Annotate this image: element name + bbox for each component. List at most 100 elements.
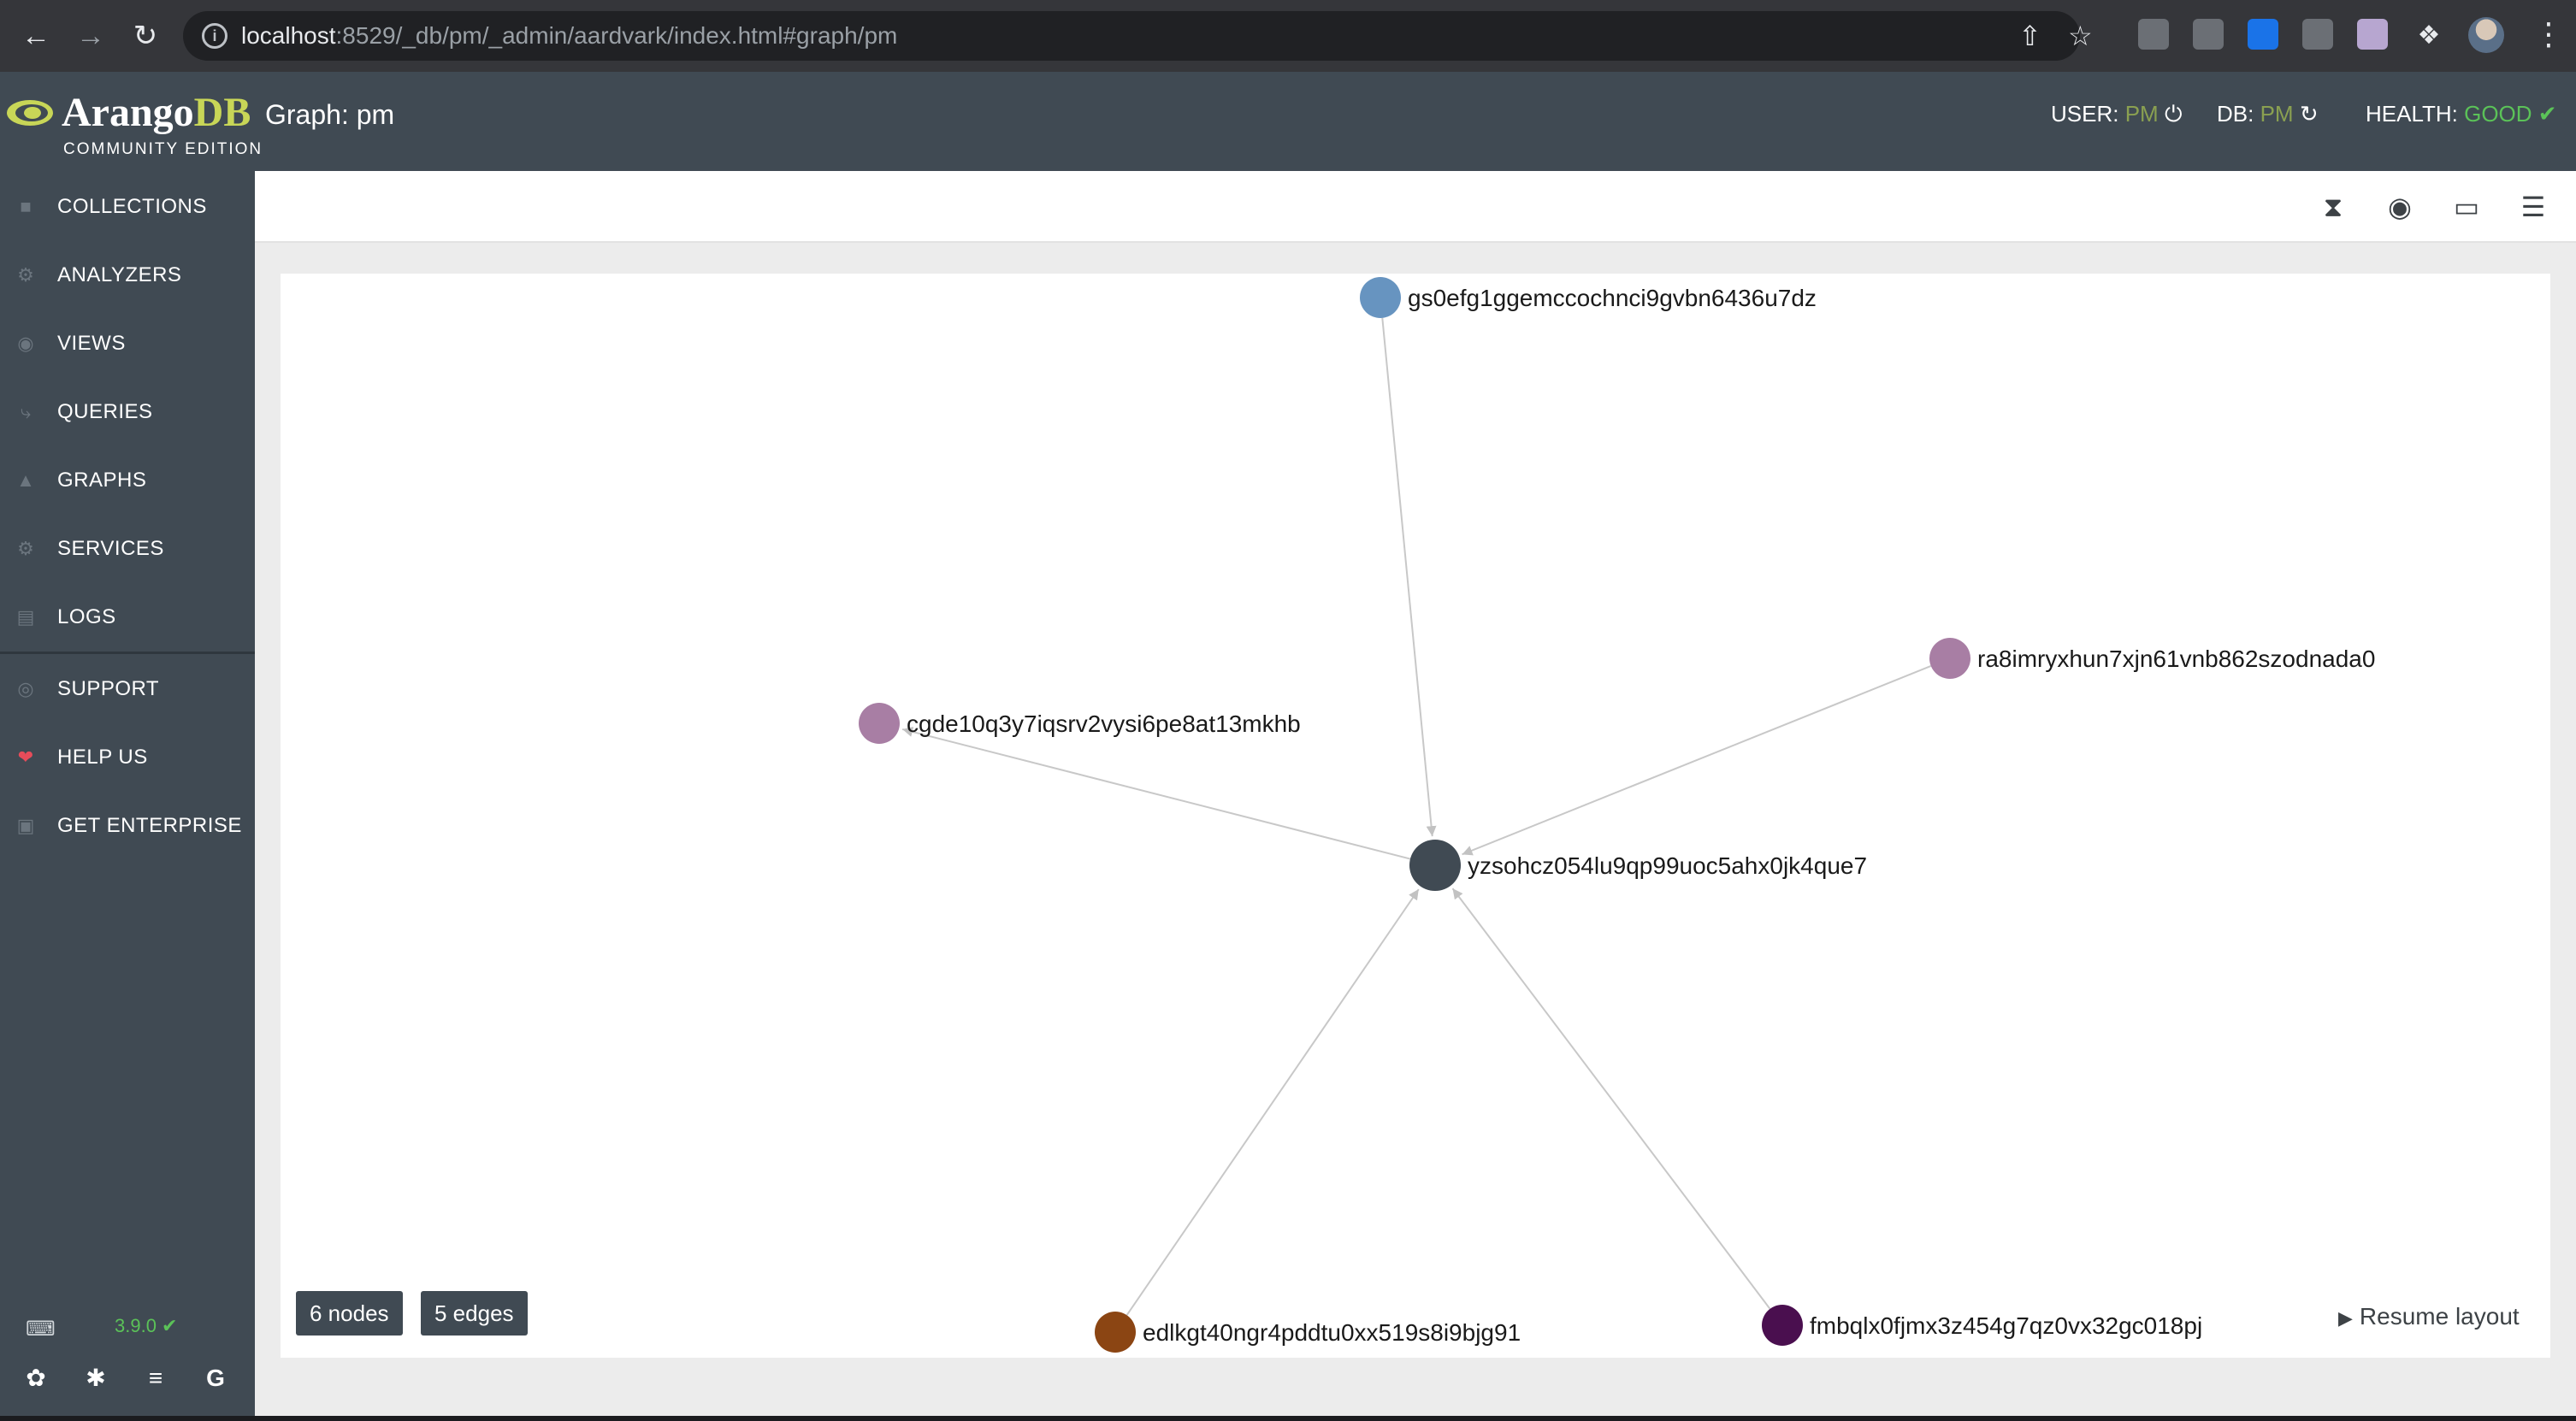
- life-ring-icon: ◎: [17, 678, 34, 699]
- sidebar-item-label: LOGS: [57, 605, 116, 628]
- sidebar-item-label: HELP US: [57, 746, 148, 769]
- sidebar-item-graphs[interactable]: ▲ GRAPHS: [0, 446, 255, 515]
- graph-node-label: fmbqlx0fjmx3z454g7qz0vx32gc018pj: [1810, 1312, 2202, 1339]
- graph-node-label: edlkgt40ngr4pddtu0xx519s8i9bjg91: [1143, 1319, 1521, 1346]
- health-status[interactable]: HEALTH: GOOD ✔: [2366, 101, 2557, 127]
- share-icon[interactable]: ⧗: [2314, 188, 2352, 226]
- forward-icon[interactable]: →: [70, 15, 111, 56]
- extension-icon[interactable]: [2138, 19, 2169, 50]
- graph-edge[interactable]: [901, 727, 1411, 860]
- twitter-icon[interactable]: ✿: [21, 1363, 51, 1394]
- svg-extension-icon[interactable]: [2248, 19, 2278, 50]
- user-label: USER:: [2051, 101, 2119, 127]
- graph-edge[interactable]: [1126, 888, 1420, 1316]
- edges-count-badge: 5 edges: [421, 1291, 528, 1336]
- sidebar: ■ COLLECTIONS ⚙ ANALYZERS ◉ VIEWS ⤷ QUER…: [0, 171, 255, 1421]
- logo-edition: COMMUNITY EDITION: [63, 140, 263, 158]
- browser-menu-icon[interactable]: ⋮: [2533, 14, 2564, 55]
- sidebar-item-services[interactable]: ⚙ SERVICES: [0, 515, 255, 583]
- profile-avatar[interactable]: [2468, 17, 2504, 53]
- fullscreen-monitor-icon[interactable]: ▭: [2448, 188, 2485, 226]
- avocado-logo-icon: [7, 100, 53, 126]
- db-value: PM: [2260, 101, 2294, 127]
- sidebar-item-label: SERVICES: [57, 537, 164, 560]
- main-content: ⧗ ◉ ▭ ☰ gs0efg1ggemccochnci9gvbn6436u7dz…: [255, 171, 2576, 1421]
- graph-node-circle[interactable]: [1929, 638, 1970, 679]
- folder-icon: ■: [20, 196, 32, 217]
- bookmark-star-icon[interactable]: ☆: [2068, 20, 2093, 52]
- graph-edge[interactable]: [1381, 317, 1437, 837]
- resume-layout-label: Resume layout: [2359, 1303, 2520, 1330]
- address-bar[interactable]: i localhost:8529/_db/pm/_admin/aardvark/…: [183, 11, 2093, 61]
- sidebar-item-queries[interactable]: ⤷ QUERIES: [0, 378, 255, 446]
- keyboard-icon[interactable]: ⌨: [26, 1317, 56, 1341]
- sidebar-item-label: GET ENTERPRISE: [57, 814, 242, 837]
- graph-node[interactable]: cgde10q3y7iqsrv2vysi6pe8at13mkhb: [859, 703, 1301, 744]
- slack-icon[interactable]: ✱: [80, 1363, 111, 1394]
- app-header: ArangoDB COMMUNITY EDITION Graph: pm USE…: [0, 72, 2576, 171]
- db-status[interactable]: DB: PM ↻: [2217, 101, 2319, 127]
- sidebar-item-logs[interactable]: ▤ LOGS: [0, 583, 255, 652]
- cogs-icon: ⚙: [17, 538, 34, 559]
- sidebar-item-label: VIEWS: [57, 332, 126, 355]
- db-label: DB:: [2217, 101, 2254, 127]
- heart-icon: ❤: [17, 746, 34, 768]
- graph-node[interactable]: edlkgt40ngr4pddtu0xx519s8i9bjg91: [1095, 1312, 1521, 1353]
- graph-toolbar: ⧗ ◉ ▭ ☰: [255, 171, 2576, 243]
- graph-canvas[interactable]: gs0efg1ggemccochnci9gvbn6436u7dz ra8imryx…: [281, 274, 2550, 1358]
- graph-node[interactable]: fmbqlx0fjmx3z454g7qz0vx32gc018pj: [1762, 1305, 2202, 1346]
- bolt-icon: ⤷: [20, 401, 32, 422]
- sidebar-item-collections[interactable]: ■ COLLECTIONS: [0, 173, 255, 241]
- check-circle-icon: ✔: [2538, 101, 2557, 127]
- window-bottom-edge: [0, 1416, 2576, 1421]
- site-info-icon[interactable]: i: [202, 23, 227, 49]
- sidebar-item-analyzers[interactable]: ⚙ ANALYZERS: [0, 241, 255, 310]
- graph-edge[interactable]: [1462, 665, 1932, 856]
- logo-text: ArangoDB: [62, 90, 251, 135]
- health-value: GOOD: [2464, 101, 2532, 127]
- graph-node-label: ra8imryxhun7xjn61vnb862szodnada0: [1977, 646, 2375, 672]
- reload-icon[interactable]: ↻: [125, 15, 166, 56]
- extension-icon[interactable]: [2357, 19, 2388, 50]
- browser-toolbar: ← → ↻ i localhost:8529/_db/pm/_admin/aar…: [0, 0, 2576, 72]
- page-title: Graph: pm: [265, 99, 395, 130]
- play-icon: ▶: [2338, 1307, 2353, 1329]
- enterprise-icon: ▣: [16, 815, 35, 836]
- graph-node-label: gs0efg1ggemccochnci9gvbn6436u7dz: [1408, 285, 1817, 311]
- user-value: PM: [2124, 101, 2159, 127]
- url-text: localhost:8529/_db/pm/_admin/aardvark/in…: [241, 22, 898, 49]
- graph-edge[interactable]: [1451, 887, 1771, 1310]
- sidebar-item-support[interactable]: ◎ SUPPORT: [0, 655, 255, 723]
- extension-icon[interactable]: [2193, 19, 2224, 50]
- resume-layout-button[interactable]: ▶ Resume layout: [2338, 1303, 2520, 1330]
- graph-node-circle[interactable]: [1095, 1312, 1136, 1353]
- graph-node-circle[interactable]: [1762, 1305, 1803, 1346]
- camera-icon[interactable]: ◉: [2381, 188, 2419, 226]
- sidebar-divider: [0, 652, 255, 654]
- health-label: HEALTH:: [2366, 101, 2458, 127]
- graph-node-circle[interactable]: [1409, 840, 1461, 891]
- stackoverflow-icon[interactable]: ≡: [140, 1363, 171, 1394]
- settings-menu-icon[interactable]: ☰: [2514, 188, 2552, 226]
- share-page-icon[interactable]: ⇧: [2018, 20, 2041, 52]
- logout-icon[interactable]: ⏻: [2165, 101, 2183, 127]
- graph-node-circle[interactable]: [1360, 277, 1401, 318]
- back-icon[interactable]: ←: [15, 15, 56, 56]
- sidebar-item-views[interactable]: ◉ VIEWS: [0, 310, 255, 378]
- sidebar-item-label: ANALYZERS: [57, 263, 182, 286]
- graph-node[interactable]: gs0efg1ggemccochnci9gvbn6436u7dz: [1360, 277, 1817, 318]
- sidebar-item-get-enterprise[interactable]: ▣ GET ENTERPRISE: [0, 792, 255, 860]
- graph-node-circle[interactable]: [859, 703, 900, 744]
- social-links: ✿ ✱ ≡ G: [21, 1363, 226, 1397]
- user-status[interactable]: USER: PM ⏻: [2051, 101, 2183, 128]
- google-groups-icon[interactable]: G: [200, 1363, 231, 1394]
- sidebar-item-label: SUPPORT: [57, 677, 160, 700]
- nodes-count-badge: 6 nodes: [296, 1291, 403, 1336]
- version-number: 3.9.0 ✔: [115, 1315, 178, 1336]
- switch-db-icon[interactable]: ↻: [2300, 101, 2319, 127]
- graph-svg[interactable]: gs0efg1ggemccochnci9gvbn6436u7dz ra8imryx…: [281, 274, 2550, 1358]
- puzzle-icon[interactable]: ❖: [2408, 15, 2449, 56]
- sidebar-item-help-us[interactable]: ❤ HELP US: [0, 723, 255, 792]
- graph-node[interactable]: ra8imryxhun7xjn61vnb862szodnada0: [1929, 638, 2375, 679]
- extension-icon[interactable]: [2302, 19, 2333, 50]
